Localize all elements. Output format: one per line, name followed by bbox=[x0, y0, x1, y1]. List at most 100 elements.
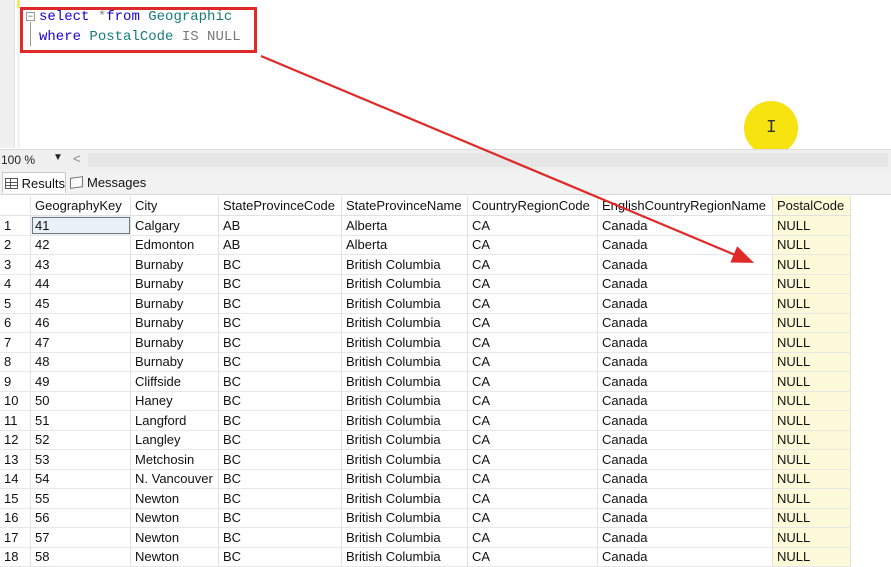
cell-stateprovincecode[interactable]: BC bbox=[218, 352, 342, 372]
cell-countryregioncode[interactable]: CA bbox=[467, 527, 598, 548]
cell-city[interactable]: Burnaby bbox=[130, 313, 219, 333]
cell-postalcode[interactable]: NULL bbox=[772, 352, 851, 372]
cell-countryregioncode[interactable]: CA bbox=[467, 547, 598, 567]
cell-city[interactable]: N. Vancouver bbox=[130, 469, 219, 489]
cell-stateprovincecode[interactable]: BC bbox=[218, 371, 342, 392]
cell-postalcode[interactable]: NULL bbox=[772, 391, 851, 411]
cell-stateprovincename[interactable]: British Columbia bbox=[341, 352, 468, 372]
query-editor[interactable]: − select *from Geographic where PostalCo… bbox=[0, 0, 891, 155]
table-row[interactable]: 17 57 Newton BC British Columbia CA Canada NULL bbox=[0, 527, 851, 548]
cell-stateprovincecode[interactable]: BC bbox=[218, 391, 342, 411]
cell-stateprovincecode[interactable]: BC bbox=[218, 293, 342, 314]
cell-englishcountryregionname[interactable]: Canada bbox=[597, 352, 773, 372]
cell-englishcountryregionname[interactable]: Canada bbox=[597, 293, 773, 314]
cell-stateprovincename[interactable]: British Columbia bbox=[341, 371, 468, 392]
cell-stateprovincecode[interactable]: BC bbox=[218, 449, 342, 470]
cell-countryregioncode[interactable]: CA bbox=[467, 449, 598, 470]
cell-englishcountryregionname[interactable]: Canada bbox=[597, 274, 773, 294]
table-row[interactable]: 14 54 N. Vancouver BC British Columbia CA Cana… bbox=[0, 469, 851, 489]
cell-countryregioncode[interactable]: CA bbox=[467, 215, 598, 236]
cell-stateprovincename[interactable]: British Columbia bbox=[341, 469, 468, 489]
table-row[interactable]: 9 49 Cliffside BC British Columbia CA Canada NU… bbox=[0, 371, 851, 392]
table-row[interactable]: 10 50 Haney BC British Columbia CA Canada NULL bbox=[0, 391, 851, 411]
cell-geographykey[interactable]: 43 bbox=[30, 254, 131, 275]
cell-stateprovincecode[interactable]: BC bbox=[218, 527, 342, 548]
cell-englishcountryregionname[interactable]: Canada bbox=[597, 449, 773, 470]
cell-englishcountryregionname[interactable]: Canada bbox=[597, 215, 773, 236]
cell-city[interactable]: Metchosin bbox=[130, 449, 219, 470]
cell-countryregioncode[interactable]: CA bbox=[467, 371, 598, 392]
cell-postalcode[interactable]: NULL bbox=[772, 215, 851, 236]
table-row[interactable]: 16 56 Newton BC British Columbia CA Canada NULL bbox=[0, 508, 851, 528]
cell-geographykey[interactable]: 41 bbox=[30, 215, 131, 236]
cell-stateprovincename[interactable]: Alberta bbox=[341, 215, 468, 236]
cell-city[interactable]: Newton bbox=[130, 547, 219, 567]
cell-englishcountryregionname[interactable]: Canada bbox=[597, 488, 773, 509]
table-row[interactable]: 5 45 Burnaby BC British Columbia CA Canada NULL bbox=[0, 293, 851, 314]
column-header-stateprovincecode[interactable]: StateProvinceCode bbox=[218, 196, 342, 216]
table-row[interactable]: 11 51 Langford BC British Columbia CA Canada NU… bbox=[0, 410, 851, 431]
cell-countryregioncode[interactable]: CA bbox=[467, 274, 598, 294]
cell-postalcode[interactable]: NULL bbox=[772, 508, 851, 528]
cell-geographykey[interactable]: 47 bbox=[30, 332, 131, 353]
cell-geographykey[interactable]: 46 bbox=[30, 313, 131, 333]
cell-postalcode[interactable]: NULL bbox=[772, 488, 851, 509]
cell-stateprovincecode[interactable]: BC bbox=[218, 430, 342, 450]
table-row[interactable]: 15 55 Newton BC British Columbia CA Canada NULL bbox=[0, 488, 851, 509]
table-row[interactable]: 6 46 Burnaby BC British Columbia CA Canada NULL bbox=[0, 313, 851, 333]
cell-stateprovincecode[interactable]: BC bbox=[218, 254, 342, 275]
table-row[interactable]: 12 52 Langley BC British Columbia CA Canada NUL… bbox=[0, 430, 851, 450]
cell-geographykey[interactable]: 52 bbox=[30, 430, 131, 450]
cell-countryregioncode[interactable]: CA bbox=[467, 410, 598, 431]
cell-postalcode[interactable]: NULL bbox=[772, 235, 851, 255]
cell-geographykey[interactable]: 53 bbox=[30, 449, 131, 470]
cell-englishcountryregionname[interactable]: Canada bbox=[597, 547, 773, 567]
cell-postalcode[interactable]: NULL bbox=[772, 527, 851, 548]
cell-postalcode[interactable]: NULL bbox=[772, 293, 851, 314]
table-row[interactable]: 3 43 Burnaby BC British Columbia CA Canada NULL bbox=[0, 254, 851, 275]
cell-city[interactable]: Langley bbox=[130, 430, 219, 450]
scroll-left-icon[interactable]: < bbox=[73, 151, 81, 166]
cell-countryregioncode[interactable]: CA bbox=[467, 313, 598, 333]
cell-stateprovincecode[interactable]: BC bbox=[218, 274, 342, 294]
cell-geographykey[interactable]: 45 bbox=[30, 293, 131, 314]
cell-postalcode[interactable]: NULL bbox=[772, 449, 851, 470]
column-header-postalcode[interactable]: PostalCode bbox=[772, 196, 851, 216]
table-row[interactable]: 13 53 Metchosin BC British Columbia CA Canada N… bbox=[0, 449, 851, 470]
cell-postalcode[interactable]: NULL bbox=[772, 371, 851, 392]
column-header-countryregioncode[interactable]: CountryRegionCode bbox=[467, 196, 598, 216]
cell-stateprovincename[interactable]: British Columbia bbox=[341, 274, 468, 294]
cell-englishcountryregionname[interactable]: Canada bbox=[597, 527, 773, 548]
cell-stateprovincename[interactable]: British Columbia bbox=[341, 449, 468, 470]
cell-geographykey[interactable]: 48 bbox=[30, 352, 131, 372]
cell-englishcountryregionname[interactable]: Canada bbox=[597, 371, 773, 392]
cell-stateprovincename[interactable]: British Columbia bbox=[341, 293, 468, 314]
cell-stateprovincename[interactable]: British Columbia bbox=[341, 508, 468, 528]
tab-results[interactable]: Results bbox=[2, 172, 66, 193]
cell-countryregioncode[interactable]: CA bbox=[467, 391, 598, 411]
cell-countryregioncode[interactable]: CA bbox=[467, 332, 598, 353]
cell-stateprovincecode[interactable]: BC bbox=[218, 410, 342, 431]
cell-stateprovincename[interactable]: British Columbia bbox=[341, 527, 468, 548]
cell-postalcode[interactable]: NULL bbox=[772, 332, 851, 353]
cell-city[interactable]: Haney bbox=[130, 391, 219, 411]
table-row[interactable]: 7 47 Burnaby BC British Columbia CA Canada NULL bbox=[0, 332, 851, 353]
cell-countryregioncode[interactable]: CA bbox=[467, 254, 598, 275]
cell-geographykey[interactable]: 50 bbox=[30, 391, 131, 411]
cell-city[interactable]: Burnaby bbox=[130, 352, 219, 372]
cell-stateprovincecode[interactable]: BC bbox=[218, 547, 342, 567]
cell-postalcode[interactable]: NULL bbox=[772, 547, 851, 567]
cell-englishcountryregionname[interactable]: Canada bbox=[597, 508, 773, 528]
tab-messages[interactable]: Messages bbox=[68, 172, 148, 192]
cell-englishcountryregionname[interactable]: Canada bbox=[597, 313, 773, 333]
cell-postalcode[interactable]: NULL bbox=[772, 469, 851, 489]
cell-geographykey[interactable]: 57 bbox=[30, 527, 131, 548]
cell-countryregioncode[interactable]: CA bbox=[467, 235, 598, 255]
cell-stateprovincename[interactable]: British Columbia bbox=[341, 332, 468, 353]
cell-geographykey[interactable]: 49 bbox=[30, 371, 131, 392]
cell-countryregioncode[interactable]: CA bbox=[467, 469, 598, 489]
cell-stateprovincename[interactable]: British Columbia bbox=[341, 410, 468, 431]
cell-stateprovincecode[interactable]: BC bbox=[218, 488, 342, 509]
cell-englishcountryregionname[interactable]: Canada bbox=[597, 430, 773, 450]
cell-city[interactable]: Calgary bbox=[130, 215, 219, 236]
